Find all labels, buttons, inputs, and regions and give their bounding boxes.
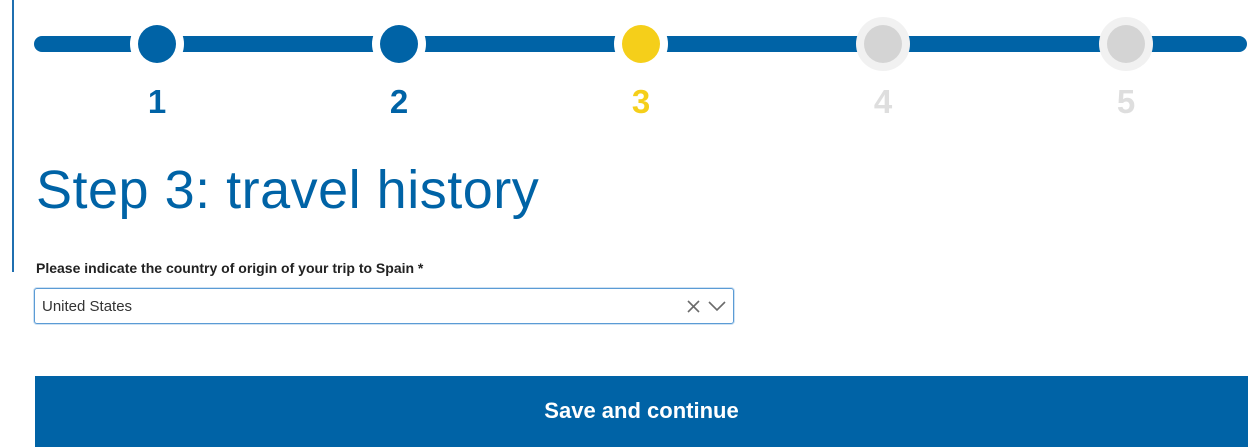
step-5-indicator	[1099, 17, 1153, 71]
step-2-indicator	[372, 17, 426, 71]
chevron-down-icon[interactable]	[707, 297, 727, 315]
step-3-dot	[622, 25, 660, 63]
step-2: 2	[364, 0, 434, 130]
step-3-indicator	[614, 17, 668, 71]
step-1: 1	[122, 0, 192, 130]
step-4-number: 4	[873, 83, 893, 120]
page-title: Step 3: travel history	[36, 160, 540, 220]
step-4: 4	[848, 0, 918, 130]
close-icon-graphic	[687, 300, 700, 313]
step-4-dot	[864, 25, 902, 63]
step-1-indicator	[130, 17, 184, 71]
chevron-down-icon-graphic	[708, 301, 726, 312]
step-5-dot	[1107, 25, 1145, 63]
step-5-number: 5	[1116, 83, 1136, 120]
step-5: 5	[1091, 0, 1161, 130]
step-4-indicator	[856, 17, 910, 71]
step-3: 3	[606, 0, 676, 130]
step-1-number: 1	[147, 83, 167, 120]
step-1-dot	[138, 25, 176, 63]
close-icon[interactable]	[685, 297, 703, 315]
save-and-continue-button[interactable]: Save and continue	[35, 376, 1248, 447]
country-of-origin-label: Please indicate the country of origin of…	[36, 260, 424, 276]
country-of-origin-select[interactable]: United States	[34, 288, 734, 324]
progress-stepper: 1 2 3 4 5	[0, 0, 1249, 130]
selected-country-value: United States	[42, 298, 133, 315]
step-3-number: 3	[631, 83, 651, 120]
step-2-dot	[380, 25, 418, 63]
step-2-number: 2	[389, 83, 409, 120]
